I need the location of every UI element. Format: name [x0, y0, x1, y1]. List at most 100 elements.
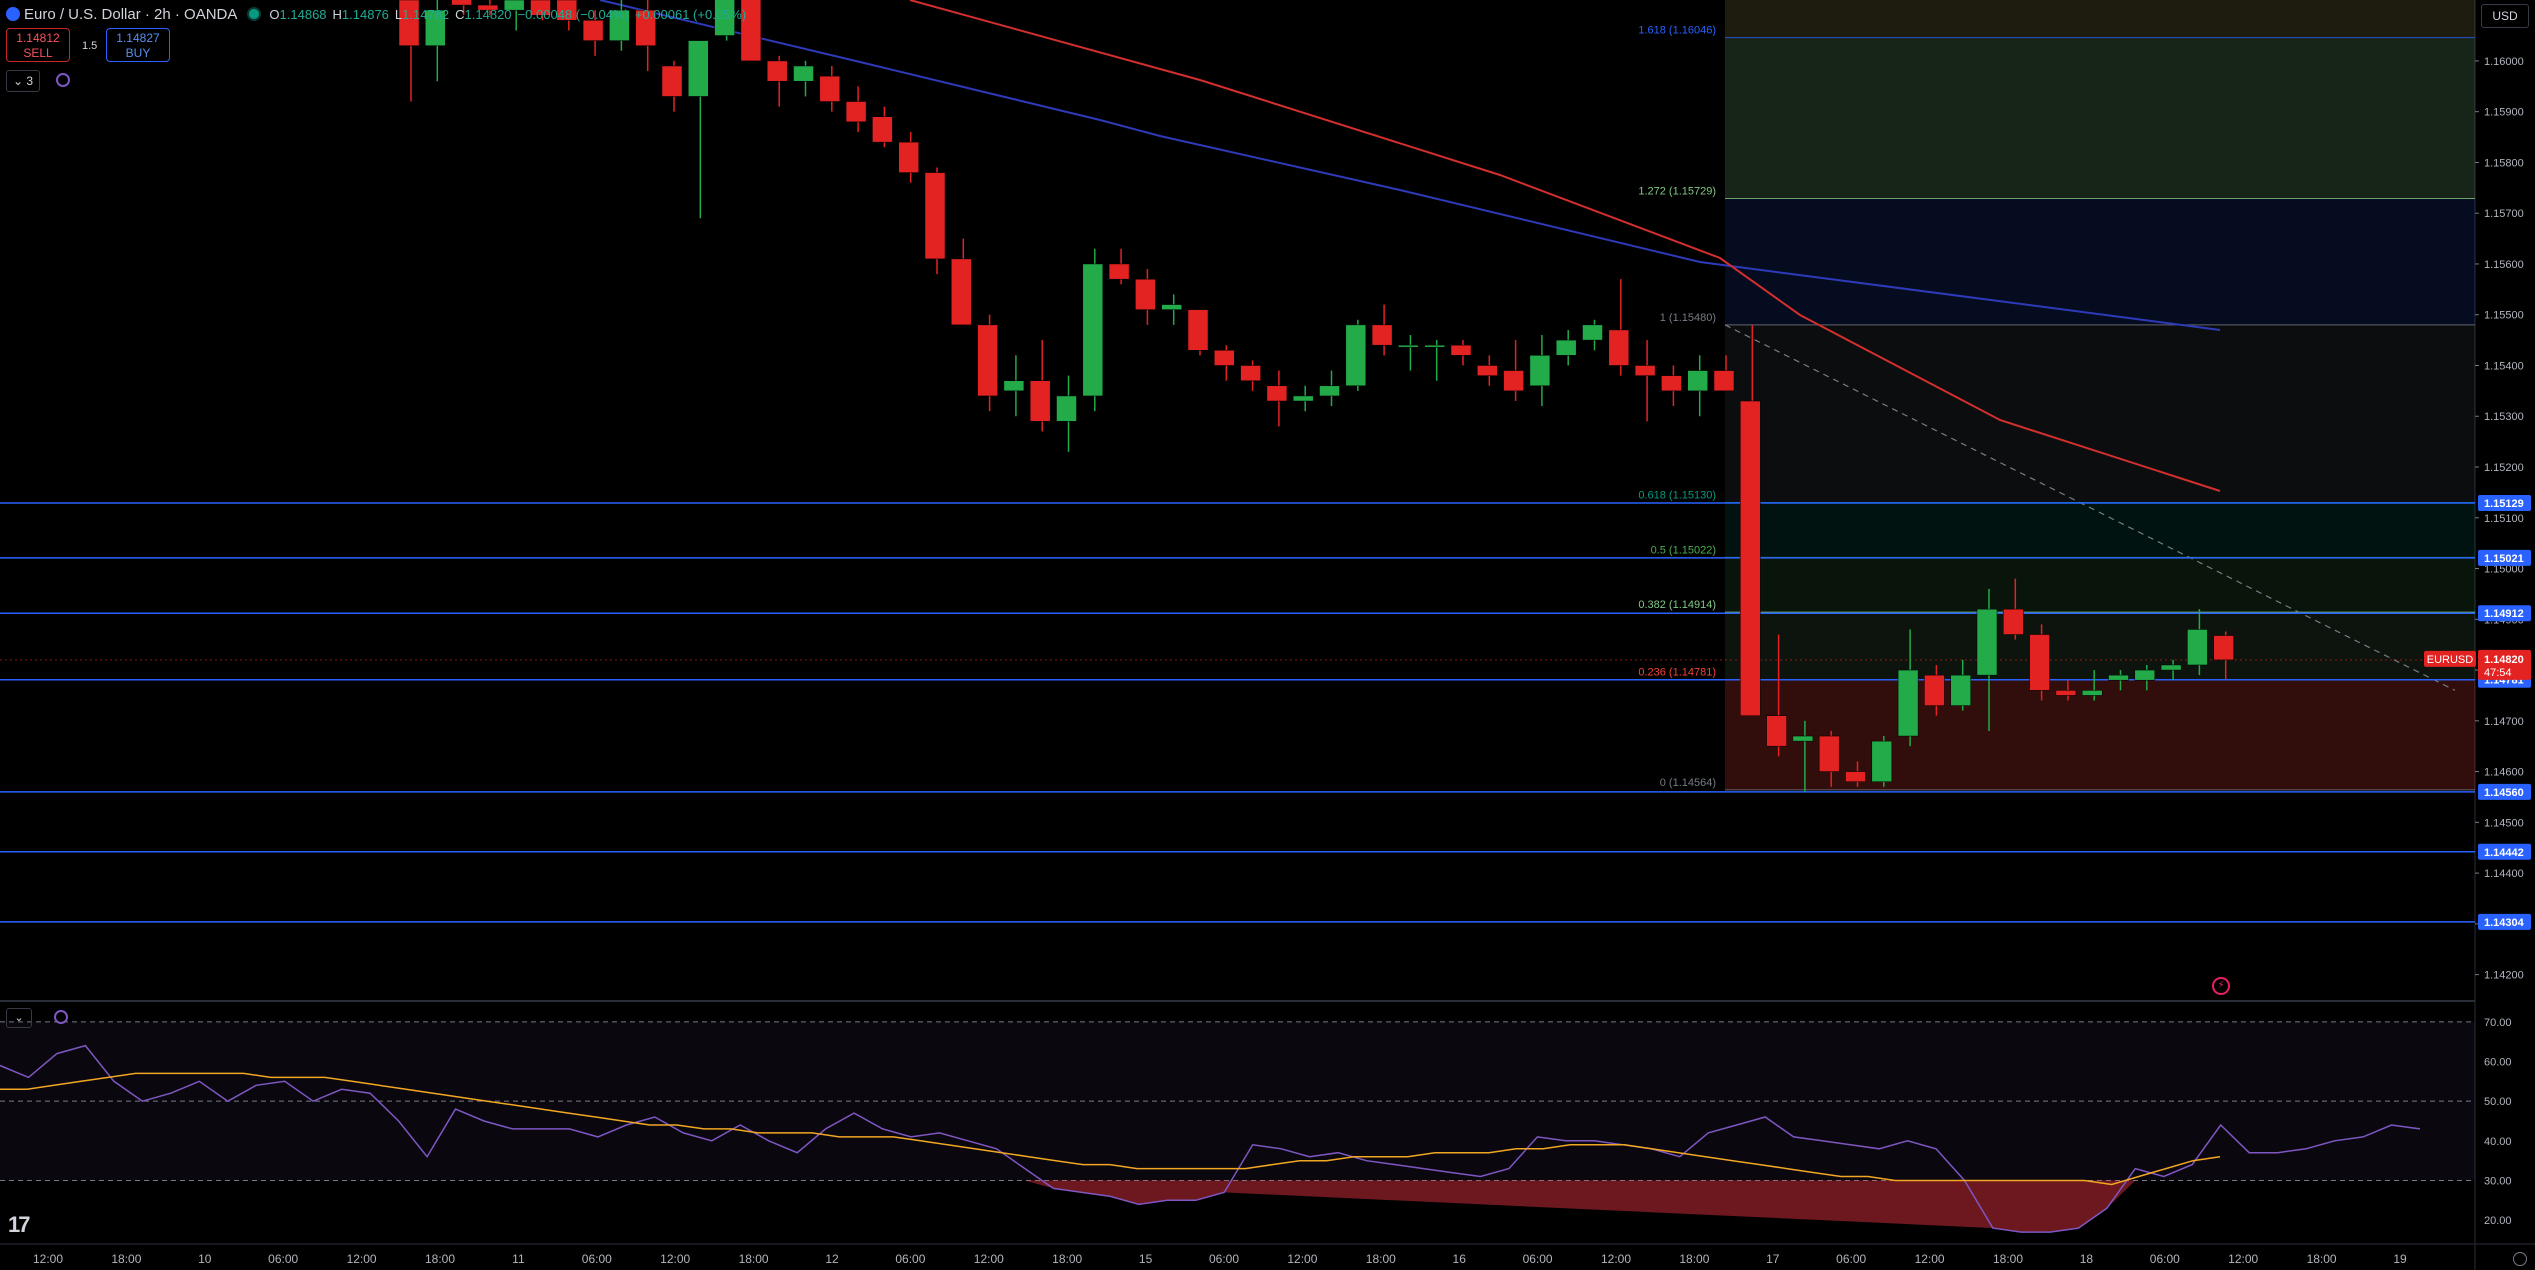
price-tick-label: 1.14200 — [2484, 970, 2524, 982]
price-chart[interactable]: 1.618 (1.16046) 1.272 (1.15729) 1 (1.15480… — [0, 0, 2535, 1270]
candle-body — [793, 65, 814, 82]
time-tick-label: 12:00 — [974, 1252, 1004, 1266]
time-tick-label: 06:00 — [2150, 1252, 2180, 1266]
fib-level-label: 1 (1.15480) — [1660, 312, 1716, 324]
time-tick-label: 19 — [2393, 1252, 2407, 1266]
fib-zone — [1725, 324, 2475, 503]
sell-button[interactable]: 1.14812 SELL — [6, 28, 70, 62]
rsi-tick-label: 40.00 — [2484, 1136, 2512, 1148]
candle-body — [1240, 365, 1261, 381]
hline-price-tag-label: 1.14442 — [2484, 847, 2524, 859]
fib-level-label: 0.236 (1.14781) — [1638, 667, 1716, 679]
time-tick-label: 12:00 — [1601, 1252, 1631, 1266]
candle-body — [2055, 690, 2077, 696]
time-tick-label: 06:00 — [1836, 1252, 1866, 1266]
candle-body — [1687, 370, 1708, 392]
candle-body — [2134, 669, 2156, 681]
time-tick-label: 18:00 — [2307, 1252, 2337, 1266]
time-tick-label: 18:00 — [1679, 1252, 1709, 1266]
candle-body — [1555, 339, 1577, 356]
countdown-label: 47:54 — [2484, 667, 2512, 679]
ohlc-close-value: 1.14820 — [464, 6, 512, 22]
price-tick-label: 1.15100 — [2484, 513, 2524, 525]
time-tick-label: 18:00 — [739, 1252, 769, 1266]
candle-body — [2081, 690, 2103, 696]
ohlc-low: L1.14782 — [395, 7, 449, 22]
time-tick-label: 18:00 — [1993, 1252, 2023, 1266]
buy-price: 1.14827 — [116, 31, 160, 45]
fib-zone — [1725, 198, 2475, 325]
candle-body — [924, 172, 946, 260]
candle-body — [2213, 635, 2234, 661]
time-tick-label: 06:00 — [1523, 1252, 1553, 1266]
tradingview-logo-icon[interactable]: 17 — [8, 1212, 31, 1238]
candle-body — [2003, 608, 2024, 635]
candle-body — [1056, 395, 1077, 422]
chart-header: Euro / U.S. Dollar · 2h · OANDA O1.14868… — [0, 2, 752, 26]
fibonacci-extension[interactable] — [1724, 0, 2475, 791]
ohlc-open-key: O — [269, 6, 280, 22]
candle-body — [2160, 664, 2182, 671]
candle-body — [1845, 771, 1866, 782]
rsi-tick-label: 60.00 — [2484, 1057, 2512, 1069]
price-tick-label: 1.14500 — [2484, 817, 2524, 829]
fib-zone — [1725, 612, 2475, 680]
time-tick-label: 15 — [1139, 1252, 1153, 1266]
rsi-tick-label: 50.00 — [2484, 1096, 2512, 1108]
candle-body — [1450, 344, 1472, 356]
candle-body — [1266, 385, 1288, 402]
fib-zone — [1725, 502, 2475, 558]
ohlc-close-key: C — [455, 6, 465, 22]
buy-label: BUY — [125, 46, 151, 60]
price-tick-label: 1.15700 — [2484, 208, 2524, 220]
candle-body — [1634, 365, 1656, 376]
candle-body — [1161, 304, 1182, 310]
indicator-loading-icon[interactable] — [56, 73, 70, 87]
ohlc-high-value: 1.14876 — [341, 6, 389, 22]
candle-body — [1477, 365, 1498, 376]
candle-body — [1950, 674, 1971, 706]
candle-body — [1029, 380, 1051, 422]
time-tick-label: 12:00 — [1287, 1252, 1317, 1266]
currency-selector[interactable]: USD — [2481, 4, 2529, 28]
candle-body — [1214, 350, 1235, 366]
candle-body — [1424, 344, 1445, 348]
candle-body — [688, 40, 709, 97]
fib-level-label: 0.5 (1.15022) — [1651, 544, 1716, 556]
settings-icon[interactable] — [2513, 1252, 2527, 1266]
candle-body — [1292, 395, 1314, 402]
candle-body — [1740, 400, 1761, 716]
candle-body — [1529, 355, 1551, 387]
price-change: −0.00048 (−0.04%) — [517, 6, 629, 22]
indicators-toggle[interactable]: ⌄ 3 — [6, 70, 41, 92]
candle-body — [2108, 674, 2129, 681]
candle-body — [951, 258, 972, 326]
candle-body — [661, 65, 683, 97]
lightning-icon[interactable]: ⚡ — [2212, 977, 2230, 995]
time-tick-label: 12:00 — [347, 1252, 377, 1266]
market-open-icon — [247, 7, 262, 21]
chevron-down-icon: ⌄ — [14, 1012, 24, 1024]
time-tick-label: 12:00 — [660, 1252, 690, 1266]
fib-zone — [1725, 37, 2475, 199]
time-tick-label: 12 — [825, 1252, 839, 1266]
rsi-loading-icon[interactable] — [54, 1010, 68, 1024]
candle-body — [977, 324, 998, 397]
chevron-down-icon: ⌄ — [13, 74, 24, 88]
price-tick-label: 1.14600 — [2484, 767, 2524, 779]
symbol-title[interactable]: Euro / U.S. Dollar · 2h · OANDA — [24, 6, 237, 23]
price-tick-label: 1.14400 — [2484, 868, 2524, 880]
candle-body — [1713, 370, 1735, 392]
ohlc-open-value: 1.14868 — [279, 6, 327, 22]
buy-button[interactable]: 1.14827 BUY — [106, 28, 170, 62]
sell-price: 1.14812 — [16, 31, 60, 45]
candle-body — [1371, 324, 1393, 346]
candle-body — [1503, 370, 1524, 392]
fib-level-label: 0 (1.14564) — [1660, 777, 1716, 789]
time-tick-label: 12:00 — [33, 1252, 63, 1266]
ohlc-close: C1.14820 — [455, 7, 511, 22]
time-tick-label: 18:00 — [1366, 1252, 1396, 1266]
rsi-collapse-button[interactable]: ⌄ — [6, 1008, 32, 1028]
hline-price-tag-label: 1.15021 — [2484, 553, 2524, 565]
candle-body — [1661, 375, 1682, 392]
